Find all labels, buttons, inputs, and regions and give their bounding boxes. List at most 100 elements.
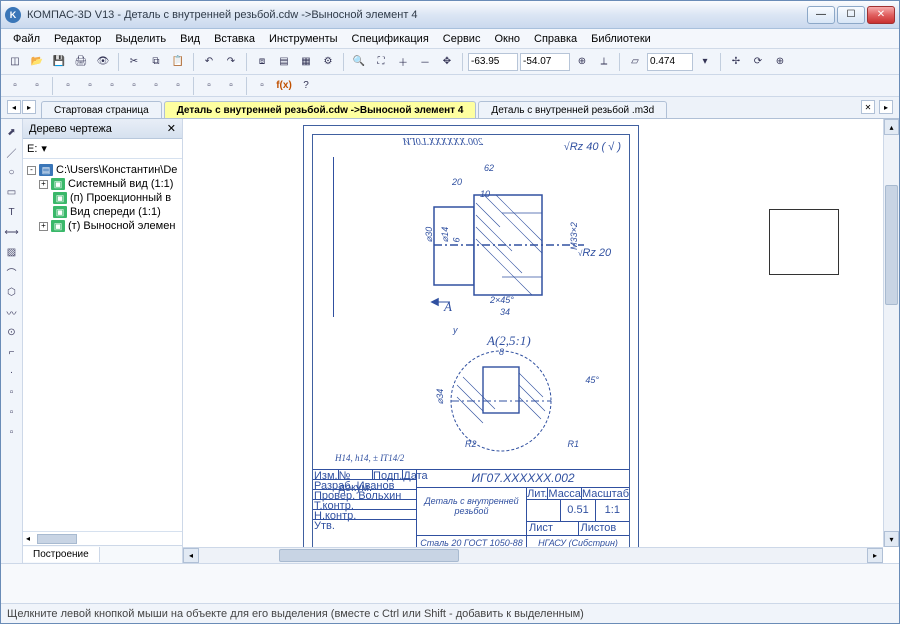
lt-rect-icon[interactable]: ▭ — [3, 183, 21, 201]
cut-icon[interactable]: ✂ — [124, 52, 144, 72]
snap-icon[interactable]: ⊕ — [572, 52, 592, 72]
move-icon[interactable]: ✢ — [726, 52, 746, 72]
scroll-left-icon[interactable]: ◂ — [23, 534, 33, 543]
zoom-icon[interactable]: 🔍 — [349, 52, 369, 72]
tree-item[interactable]: + ▣ (т) Выносной элемен — [25, 219, 180, 233]
menu-libs[interactable]: Библиотеки — [585, 31, 657, 47]
zoom-field[interactable] — [647, 53, 693, 71]
sidebar-tab-build[interactable]: Построение — [23, 547, 100, 562]
lt-c-icon[interactable]: ▫ — [3, 423, 21, 441]
vars-icon[interactable]: ⚙ — [318, 52, 338, 72]
tab-start[interactable]: Стартовая страница — [41, 101, 162, 118]
grid-icon[interactable]: ▦ — [296, 52, 316, 72]
dropdown-icon[interactable]: ▾ — [695, 52, 715, 72]
canvas-hscroll[interactable]: ◂ ▸ — [183, 547, 883, 563]
t2-d-icon[interactable]: ▫ — [80, 76, 100, 96]
tab-next-icon[interactable]: ▸ — [22, 100, 36, 114]
scroll-left-icon[interactable]: ◂ — [183, 548, 199, 563]
lt-fil-icon[interactable]: ⌐ — [3, 343, 21, 361]
lt-dim-icon[interactable]: ⟷ — [3, 223, 21, 241]
lt-a-icon[interactable]: ▫ — [3, 383, 21, 401]
menu-insert[interactable]: Вставка — [208, 31, 261, 47]
vscroll-thumb[interactable] — [885, 185, 898, 305]
tree-close-icon[interactable]: ✕ — [167, 122, 176, 135]
tree-item[interactable]: ▣ (п) Проекционный в — [25, 191, 180, 205]
open-icon[interactable]: 📂 — [27, 52, 47, 72]
tree-item[interactable]: + ▣ Системный вид (1:1) — [25, 177, 180, 191]
t2-help-icon[interactable]: ? — [296, 76, 316, 96]
menu-edit[interactable]: Редактор — [48, 31, 107, 47]
zoom-in-icon[interactable]: ＋ — [393, 52, 413, 72]
t2-j-icon[interactable]: ▫ — [221, 76, 241, 96]
zoom-fit-icon[interactable]: ⛶ — [371, 52, 391, 72]
t2-i-icon[interactable]: ▫ — [199, 76, 219, 96]
new-icon[interactable]: ◫ — [5, 52, 25, 72]
save-icon[interactable]: 💾 — [49, 52, 69, 72]
expand-icon[interactable]: + — [39, 222, 48, 231]
expand-icon[interactable]: - — [27, 166, 36, 175]
tab-prev-icon[interactable]: ◂ — [7, 100, 21, 114]
undo-icon[interactable]: ↶ — [199, 52, 219, 72]
close-button[interactable]: ✕ — [867, 6, 895, 24]
t2-b-icon[interactable]: ▫ — [27, 76, 47, 96]
lt-tan-icon[interactable]: ⊙ — [3, 323, 21, 341]
lt-arrow-icon[interactable]: ⬈ — [3, 123, 21, 141]
zoom-out-icon[interactable]: － — [415, 52, 435, 72]
hscroll-thumb[interactable] — [279, 549, 459, 562]
redo-icon[interactable]: ↷ — [221, 52, 241, 72]
scroll-right-icon[interactable]: ▸ — [867, 548, 883, 563]
menu-view[interactable]: Вид — [174, 31, 206, 47]
lt-poly-icon[interactable]: ⬡ — [3, 283, 21, 301]
tab-close-icon[interactable]: ✕ — [861, 100, 875, 114]
drawing-canvas[interactable]: 200.XXXXXX.L0ГИ √Rz 40 ( √ ) — [183, 119, 899, 563]
lt-arc-icon[interactable]: ⌒ — [3, 263, 21, 281]
model-icon[interactable]: ⧈ — [252, 52, 272, 72]
t2-c-icon[interactable]: ▫ — [58, 76, 78, 96]
lt-pt-icon[interactable]: · — [3, 363, 21, 381]
lt-text-icon[interactable]: T — [3, 203, 21, 221]
t2-f-icon[interactable]: ▫ — [124, 76, 144, 96]
tree-dropdown-icon[interactable]: ▾ — [41, 142, 47, 155]
t2-fx-icon[interactable]: f(x) — [274, 76, 294, 96]
tool-a-icon[interactable]: ▱ — [625, 52, 645, 72]
paste-icon[interactable]: 📋 — [168, 52, 188, 72]
t2-h-icon[interactable]: ▫ — [168, 76, 188, 96]
t2-g-icon[interactable]: ▫ — [146, 76, 166, 96]
tree-item[interactable]: ▣ Вид спереди (1:1) — [25, 205, 180, 219]
tab-list-icon[interactable]: ▸ — [879, 100, 893, 114]
lt-spline-icon[interactable]: 〰 — [3, 303, 21, 321]
lt-b-icon[interactable]: ▫ — [3, 403, 21, 421]
pan-icon[interactable]: ✥ — [437, 52, 457, 72]
tab-drawing[interactable]: Деталь с внутренней резьбой.cdw ->Выносн… — [164, 101, 477, 118]
command-panel[interactable] — [1, 563, 899, 603]
lt-line-icon[interactable]: ／ — [3, 143, 21, 161]
rotate-icon[interactable]: ⟳ — [748, 52, 768, 72]
menu-file[interactable]: Файл — [7, 31, 46, 47]
scroll-down-icon[interactable]: ▾ — [884, 531, 899, 547]
preview-icon[interactable]: 👁 — [93, 52, 113, 72]
print-icon[interactable]: 🖨 — [71, 52, 91, 72]
menu-window[interactable]: Окно — [488, 31, 526, 47]
scroll-up-icon[interactable]: ▴ — [884, 119, 899, 135]
t2-k-icon[interactable]: ▫ — [252, 76, 272, 96]
canvas-vscroll[interactable]: ▴ ▾ — [883, 119, 899, 547]
menu-help[interactable]: Справка — [528, 31, 583, 47]
minimize-button[interactable]: — — [807, 6, 835, 24]
scroll-thumb[interactable] — [37, 534, 77, 544]
copy-icon[interactable]: ⧉ — [146, 52, 166, 72]
tree-root[interactable]: - ▤ C:\Users\Константин\De — [25, 163, 180, 177]
coord-y[interactable] — [520, 53, 570, 71]
t2-a-icon[interactable]: ▫ — [5, 76, 25, 96]
t2-e-icon[interactable]: ▫ — [102, 76, 122, 96]
libs-icon[interactable]: ▤ — [274, 52, 294, 72]
tab-model[interactable]: Деталь с внутренней резьбой .m3d — [478, 101, 667, 118]
lt-hatch-icon[interactable]: ▨ — [3, 243, 21, 261]
menu-spec[interactable]: Спецификация — [346, 31, 435, 47]
drawing-tree[interactable]: - ▤ C:\Users\Константин\De + ▣ Системный… — [23, 159, 182, 531]
menu-select[interactable]: Выделить — [109, 31, 172, 47]
ortho-icon[interactable]: ⟂ — [594, 52, 614, 72]
coord-x[interactable] — [468, 53, 518, 71]
lt-circle-icon[interactable]: ○ — [3, 163, 21, 181]
expand-icon[interactable]: + — [39, 180, 48, 189]
menu-tools[interactable]: Инструменты — [263, 31, 344, 47]
